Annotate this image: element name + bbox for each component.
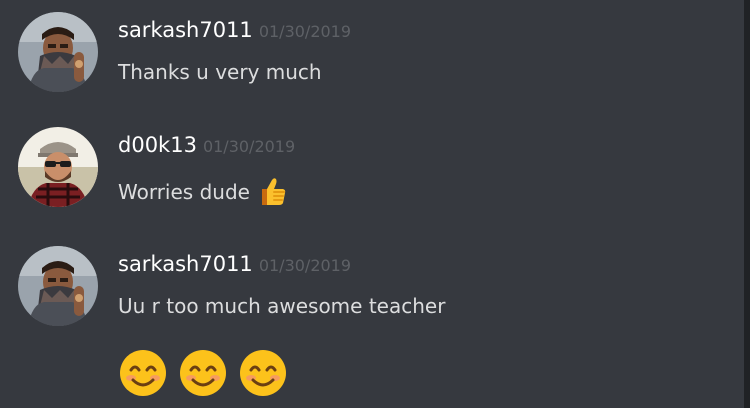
message-text: Uu r too much awesome teacher: [118, 294, 446, 318]
avatar[interactable]: [18, 246, 98, 326]
message-text: Worries dude: [118, 175, 288, 212]
timestamp: 01/30/2019: [258, 22, 352, 41]
username[interactable]: sarkash7011: [118, 18, 253, 42]
message-text: Thanks u very much: [118, 60, 322, 84]
username[interactable]: sarkash7011: [118, 252, 253, 276]
timestamp: 01/30/2019: [202, 137, 296, 156]
emoji-row: [118, 348, 288, 402]
thumbs-up-icon: [256, 175, 288, 212]
scrollbar[interactable]: [744, 0, 750, 408]
smiling-face-icon: [178, 348, 228, 402]
smiling-face-icon: [118, 348, 168, 402]
avatar[interactable]: [18, 127, 98, 207]
message-text-content: Worries dude: [118, 180, 250, 204]
avatar[interactable]: [18, 12, 98, 92]
smiling-face-icon: [238, 348, 288, 402]
timestamp: 01/30/2019: [258, 256, 352, 275]
username[interactable]: d00k13: [118, 133, 197, 157]
